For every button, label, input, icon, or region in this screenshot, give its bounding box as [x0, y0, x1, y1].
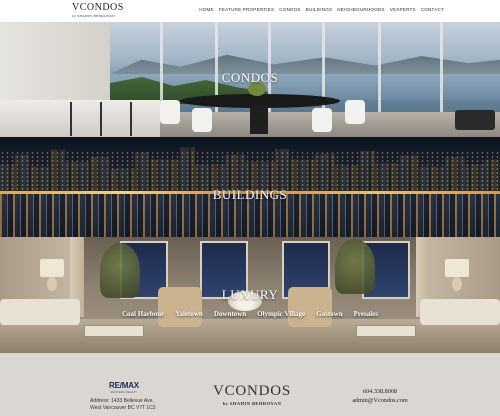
table-lamp-image [445, 259, 469, 277]
link-yaletown[interactable]: Yaletown [175, 310, 203, 318]
condos-panel[interactable]: CONDOS [0, 22, 500, 137]
main-nav: HOME FEATURE PROPERTIES CONDOS BUILDINGS… [199, 7, 444, 12]
link-presales[interactable]: Presales [354, 310, 378, 318]
footer-logo-wordmark: VCONDOS [212, 383, 292, 399]
link-gastown[interactable]: Gastown [316, 310, 342, 318]
nav-contact[interactable]: CONTACT [421, 7, 444, 12]
remax-logo[interactable]: RE/MAX MASTERS REALTY [104, 381, 144, 394]
link-olympic-village[interactable]: Olympic Village [257, 310, 305, 318]
kitchen-counter-image [0, 100, 160, 137]
city-lights-image [0, 151, 500, 191]
buildings-heading[interactable]: BUILDINGS [0, 187, 500, 203]
coffee-table-image [84, 325, 144, 337]
logo-wordmark: VCONDOS [72, 2, 124, 13]
coffee-table-image [356, 325, 416, 337]
luxury-panel[interactable]: LUXURY Coal Harbour Yaletown Downtown Ol… [0, 237, 500, 353]
contact-info: 604.338.8068 admin@Vcondos.com [343, 387, 417, 405]
palm-plant-image [335, 239, 375, 294]
nav-buildings[interactable]: BUILDINGS [306, 7, 333, 12]
site-header: VCONDOS by SHAHIN BEHROYAN HOME FEATURE … [0, 0, 500, 22]
nav-neighbourhoods[interactable]: NEIGHBOURHOODS [337, 7, 384, 12]
remax-tagline: MASTERS REALTY [110, 391, 138, 394]
office-address: Address: 1433 Bellevue Ave, West Vancouv… [90, 398, 156, 412]
link-downtown[interactable]: Downtown [214, 310, 246, 318]
dining-chair-image [345, 100, 365, 124]
neighbourhood-links: Coal Harbour Yaletown Downtown Olympic V… [0, 310, 500, 318]
footer-logo-tagline: by SHAHIN BEHROYAN [222, 401, 282, 406]
phone-link[interactable]: 604.338.8068 [343, 387, 417, 396]
nav-vexperts[interactable]: VEXPERTS [390, 7, 416, 12]
address-line-1: Address: 1433 Bellevue Ave, [90, 398, 154, 404]
table-base-image [250, 106, 268, 134]
bar-stool-image [130, 102, 132, 136]
nav-home[interactable]: HOME [199, 7, 214, 12]
address-line-2: West Vancouver BC V7T 1C3 [90, 405, 156, 411]
nav-feature-properties[interactable]: FEATURE PROPERTIES [219, 7, 275, 12]
nav-condos[interactable]: CONDOS [279, 7, 300, 12]
buildings-panel[interactable]: BUILDINGS [0, 137, 500, 237]
condos-heading[interactable]: CONDOS [0, 70, 500, 86]
site-logo[interactable]: VCONDOS by SHAHIN BEHROYAN [72, 2, 124, 19]
dining-chair-image [312, 108, 332, 132]
link-coal-harbour[interactable]: Coal Harbour [122, 310, 164, 318]
logo-tagline: by SHAHIN BEHROYAN [72, 14, 115, 18]
footer-logo[interactable]: VCONDOS by SHAHIN BEHROYAN [212, 383, 292, 407]
dining-chair-image [192, 108, 212, 132]
table-lamp-image [40, 259, 64, 277]
bar-stool-image [70, 102, 72, 136]
remax-wordmark: RE/MAX [109, 381, 139, 390]
email-link[interactable]: admin@Vcondos.com [343, 396, 417, 405]
luxury-heading[interactable]: LUXURY [0, 287, 500, 303]
dining-chair-image [160, 100, 180, 124]
bar-stool-image [100, 102, 102, 136]
lounge-chair-image [455, 110, 495, 130]
